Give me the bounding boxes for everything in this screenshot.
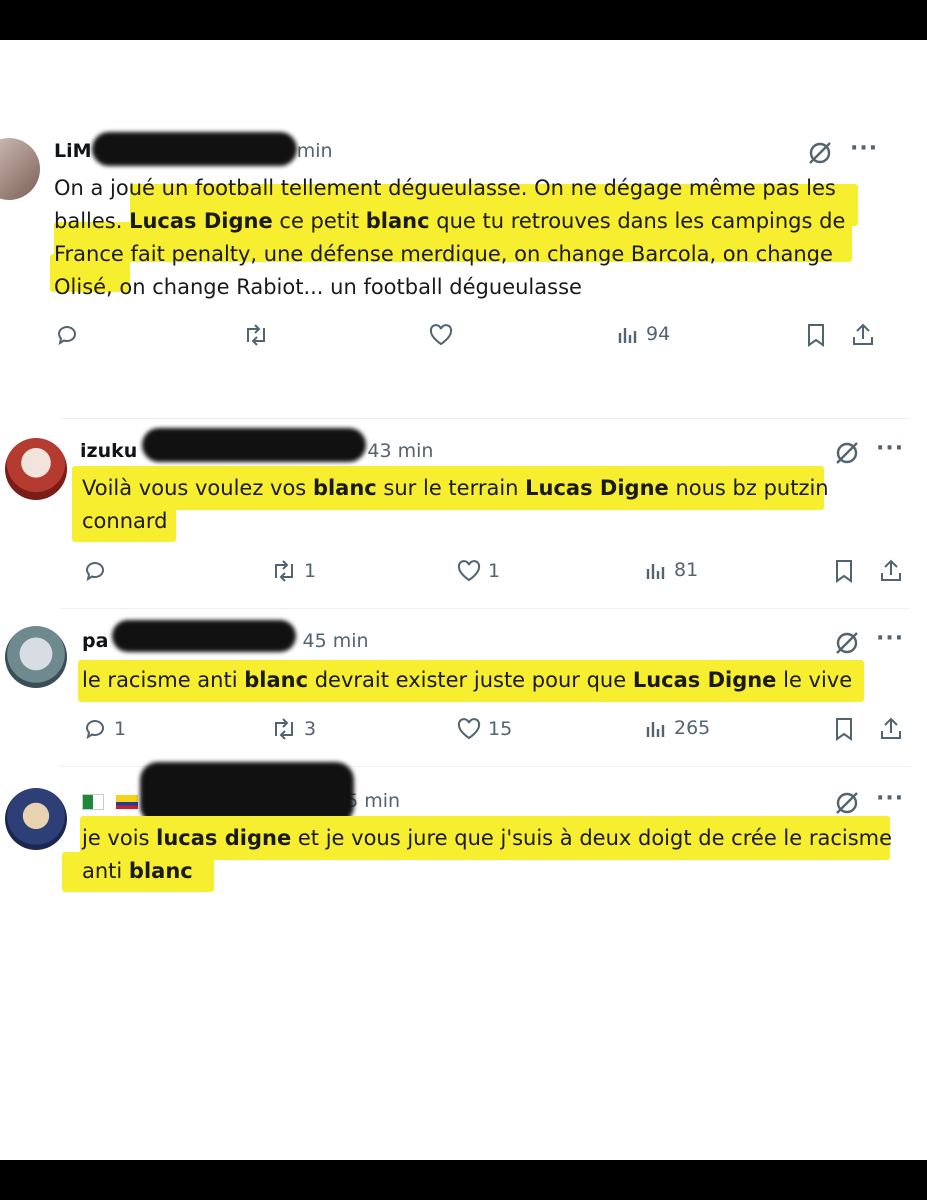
more-options-icon[interactable]: ··· (876, 626, 904, 651)
retweet-button[interactable] (242, 322, 276, 348)
reply-icon (57, 326, 76, 346)
share-icon (881, 717, 901, 739)
divider (60, 418, 910, 419)
views-icon (646, 722, 665, 737)
more-options-icon[interactable]: ··· (850, 136, 878, 161)
avatar[interactable] (5, 788, 67, 850)
redaction-scribble (92, 132, 297, 166)
views-icon (618, 328, 637, 343)
redaction-scribble (112, 620, 296, 652)
retweet-icon (247, 324, 265, 346)
views-button[interactable]: 265 (644, 716, 710, 740)
grok-icon[interactable] (834, 790, 860, 816)
tweet-text: Voilà vous voulez vos blanc sur le terra… (82, 476, 829, 533)
flag-colombia-icon (116, 794, 139, 809)
share-button[interactable] (878, 716, 904, 742)
share-icon (853, 323, 873, 345)
grok-icon[interactable] (834, 440, 860, 466)
tweet-text: je vois lucas digne et je vous jure que … (82, 826, 893, 883)
like-button[interactable]: 15 (456, 716, 512, 742)
avatar[interactable] (5, 626, 67, 688)
bookmark-button[interactable] (832, 558, 856, 584)
bookmark-button[interactable] (804, 322, 828, 348)
reply-button[interactable] (82, 558, 114, 584)
views-button[interactable]: 94 (616, 322, 670, 346)
display-name[interactable]: izuku (80, 440, 137, 462)
avatar[interactable] (5, 438, 67, 500)
tweet-text: le racisme anti blanc devrait exister ju… (82, 668, 853, 692)
like-button[interactable] (428, 322, 460, 348)
heart-icon (429, 324, 453, 346)
reply-icon (85, 720, 104, 740)
flag-algeria-icon (82, 793, 104, 810)
redaction-scribble (140, 762, 354, 824)
reply-icon (85, 562, 104, 582)
redaction-scribble (142, 428, 366, 462)
divider (60, 608, 910, 609)
heart-icon (457, 560, 481, 582)
bookmark-icon (836, 560, 852, 583)
heart-icon (457, 718, 481, 740)
share-button[interactable] (878, 558, 904, 584)
grok-icon[interactable] (807, 140, 833, 166)
bookmark-icon (808, 324, 824, 347)
tweet-text: On a joué un football tellement dégueula… (54, 176, 846, 299)
screenshot-collage: LiM 5 min ··· On a joué un football tell… (0, 40, 927, 1160)
views-button[interactable]: 81 (644, 558, 698, 582)
bookmark-button[interactable] (832, 716, 856, 742)
retweet-button[interactable]: 3 (270, 716, 316, 742)
share-button[interactable] (850, 322, 876, 348)
avatar[interactable] (0, 138, 40, 200)
more-options-icon[interactable]: ··· (876, 786, 904, 811)
grok-icon[interactable] (834, 630, 860, 656)
retweet-icon (275, 718, 293, 740)
more-options-icon[interactable]: ··· (876, 436, 904, 461)
like-button[interactable]: 1 (456, 558, 500, 584)
display-name[interactable]: pa (82, 630, 108, 652)
reply-button[interactable] (54, 322, 86, 348)
share-icon (881, 559, 901, 581)
timestamp[interactable]: 45 min (303, 630, 369, 652)
views-icon (646, 564, 665, 579)
timestamp[interactable]: 5 min (346, 790, 400, 812)
display-name[interactable]: LiM (54, 140, 92, 162)
retweet-button[interactable]: 1 (270, 558, 316, 584)
bookmark-icon (836, 718, 852, 741)
retweet-icon (275, 560, 293, 582)
reply-button[interactable]: 1 (82, 716, 126, 742)
timestamp[interactable]: 43 min (367, 440, 433, 462)
